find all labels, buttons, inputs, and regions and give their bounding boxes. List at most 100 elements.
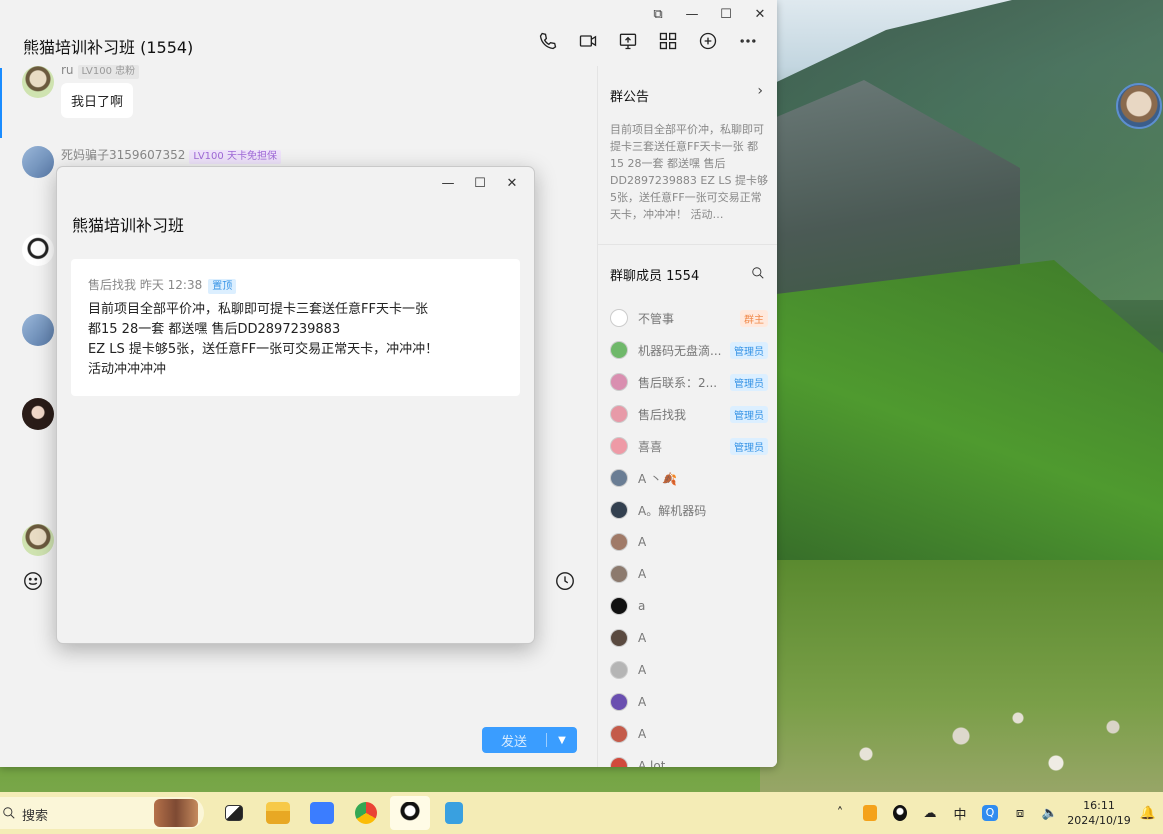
maximize-button[interactable]: ☐ <box>709 4 743 24</box>
avatar[interactable] <box>22 146 54 178</box>
more-options-icon[interactable] <box>737 30 759 52</box>
send-button[interactable]: 发送 ▼ <box>482 727 577 753</box>
tray-app-icon[interactable] <box>855 798 885 828</box>
network-icon[interactable]: ⧈ <box>1005 798 1035 828</box>
minimize-button[interactable]: — <box>675 4 709 24</box>
avatar[interactable] <box>22 524 54 556</box>
browser-tray-icon[interactable]: Q <box>975 798 1005 828</box>
volume-icon[interactable]: 🔈 <box>1035 798 1065 828</box>
member-item[interactable]: a <box>610 590 770 622</box>
avatar[interactable] <box>22 66 54 98</box>
file-explorer-icon[interactable] <box>258 796 298 830</box>
chrome-icon[interactable] <box>346 796 386 830</box>
qq-app-icon[interactable] <box>390 796 430 830</box>
avatar[interactable] <box>22 234 54 266</box>
clock[interactable]: 16:11 2024/10/19 <box>1065 798 1133 828</box>
member-avatar[interactable] <box>610 341 628 359</box>
chat-header: 熊猫培训补习班 (1554) <box>0 24 777 66</box>
pinned-badge: 置顶 <box>208 279 237 294</box>
member-name: A lot <box>638 759 666 767</box>
qq-tray-icon[interactable] <box>885 798 915 828</box>
member-avatar[interactable] <box>610 533 628 551</box>
member-item[interactable]: 售后找我 管理员 <box>610 398 770 430</box>
popup-close-button[interactable]: ✕ <box>496 173 528 193</box>
member-item[interactable]: A <box>610 622 770 654</box>
member-item[interactable]: A lot <box>610 750 770 767</box>
apps-grid-icon[interactable] <box>657 30 679 52</box>
cloud-icon[interactable]: ☁ <box>915 798 945 828</box>
clock-time: 16:11 <box>1083 799 1115 812</box>
member-name: A <box>638 727 647 741</box>
member-avatar[interactable] <box>610 501 628 519</box>
member-search-icon[interactable] <box>751 266 765 280</box>
member-avatar[interactable] <box>610 373 628 391</box>
send-options-chevron-icon[interactable]: ▼ <box>547 735 577 746</box>
window-controls: ⧉ — ☐ ✕ <box>641 4 777 24</box>
member-avatar[interactable] <box>610 757 628 767</box>
history-clock-icon[interactable] <box>554 570 576 592</box>
clock-date: 2024/10/19 <box>1067 814 1131 827</box>
close-button[interactable]: ✕ <box>743 4 777 24</box>
notepad-icon[interactable] <box>434 796 474 830</box>
emoji-icon[interactable] <box>22 570 44 592</box>
member-item[interactable]: A <box>610 558 770 590</box>
member-item[interactable]: A 丶🍂 <box>610 462 770 494</box>
member-item[interactable]: A <box>610 686 770 718</box>
member-avatar[interactable] <box>610 405 628 423</box>
desktop-avatar-widget[interactable] <box>1116 83 1162 129</box>
member-avatar[interactable] <box>610 469 628 487</box>
level-badge: LV100 忠粉 <box>77 65 140 79</box>
announcement-line: 都15 28一套 都送嘿 售后DD2897239883 <box>88 322 341 337</box>
send-label: 发送 <box>500 734 527 750</box>
feishu-app-icon[interactable] <box>302 796 342 830</box>
member-name: A <box>638 535 647 549</box>
member-name: a <box>638 599 646 613</box>
message-bubble[interactable]: 我日了啊 <box>61 83 134 118</box>
message-sender: ru LV100 忠粉 <box>61 63 140 79</box>
member-item[interactable]: 售后联系：2... 管理员 <box>610 366 770 398</box>
member-item[interactable]: A。解机器码 <box>610 494 770 526</box>
popup-minimize-button[interactable]: — <box>432 173 464 193</box>
popup-maximize-button[interactable]: ☐ <box>464 173 496 193</box>
add-member-icon[interactable] <box>697 30 719 52</box>
member-item[interactable]: A <box>610 654 770 686</box>
chevron-up-icon[interactable]: ˄ <box>825 798 855 828</box>
group-notice-preview[interactable]: 目前项目全部平价冲，私聊即可提卡三套送任意FF天卡一张 都15 28一套 都送嘿… <box>610 121 770 223</box>
member-item[interactable]: 喜喜 管理员 <box>610 430 770 462</box>
search-highlight-image <box>154 799 198 827</box>
taskbar-search[interactable]: 搜索 <box>0 797 204 829</box>
member-avatar[interactable] <box>610 693 628 711</box>
member-item[interactable]: 不管事 群主 <box>610 302 770 334</box>
member-item[interactable]: A <box>610 526 770 558</box>
video-call-icon[interactable] <box>577 30 599 52</box>
member-role-badge: 管理员 <box>730 373 768 391</box>
member-avatar[interactable] <box>610 437 628 455</box>
member-name: 售后联系：2... <box>638 375 718 390</box>
avatar[interactable] <box>22 314 54 346</box>
member-avatar[interactable] <box>610 629 628 647</box>
chevron-right-icon[interactable]: › <box>757 83 763 99</box>
member-avatar[interactable] <box>610 565 628 583</box>
member-item[interactable]: A <box>610 718 770 750</box>
task-view-icon[interactable] <box>214 796 254 830</box>
avatar[interactable] <box>22 398 54 430</box>
member-item[interactable]: 机器码无盘滴... 管理员 <box>610 334 770 366</box>
pin-window-icon[interactable]: ⧉ <box>641 4 675 24</box>
member-avatar[interactable] <box>610 661 628 679</box>
screen-share-icon[interactable] <box>617 30 639 52</box>
member-avatar[interactable] <box>610 597 628 615</box>
level-badge: LV100 天卡免担保 <box>189 150 281 164</box>
members-title: 群聊成员 1554 <box>610 269 700 284</box>
notification-bell-icon[interactable]: 🔔 <box>1133 798 1163 828</box>
member-avatar[interactable] <box>610 309 628 327</box>
member-name: A <box>638 663 647 677</box>
member-name: A。解机器码 <box>638 503 707 518</box>
voice-call-icon[interactable] <box>537 30 559 52</box>
group-notice-title[interactable]: 群公告 <box>610 86 649 105</box>
message-sender: 死妈骗子3159607352 LV100 天卡免担保 <box>61 146 281 164</box>
ime-indicator[interactable]: 中 <box>945 798 975 828</box>
member-avatar[interactable] <box>610 725 628 743</box>
member-name: A 丶🍂 <box>638 471 677 486</box>
member-list: 不管事 群主 机器码无盘滴... 管理员售后联系：2... 管理员售后找我 管理员 喜喜 管理… <box>610 302 770 767</box>
announcement-line: EZ LS 提卡够5张，送任意FF一张可交易正常天卡，冲冲冲！ <box>88 342 439 357</box>
